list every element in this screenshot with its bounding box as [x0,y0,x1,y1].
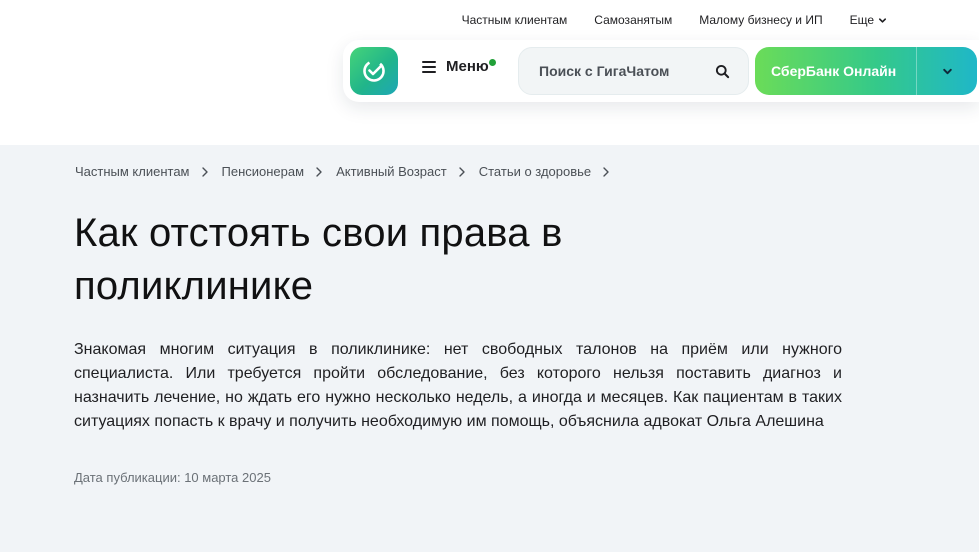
notification-dot [488,59,496,66]
article-lead: Знакомая многим ситуация в поликлинике: … [74,341,842,430]
publication-date: Дата публикации: 10 марта 2025 [74,470,271,485]
top-nav-small-business[interactable]: Малому бизнесу и ИП [699,13,822,27]
menu-label: Меню [446,58,489,75]
site-header: Частным клиентам Самозанятым Малому бизн… [0,0,979,145]
search-icon[interactable] [715,64,730,79]
breadcrumb-private[interactable]: Частным клиентам [75,164,190,179]
sberbank-online-button[interactable]: СберБанк Онлайн [755,47,977,95]
search-box [518,47,749,95]
top-nav-self-employed[interactable]: Самозанятым [594,13,672,27]
chevron-down-icon [942,68,952,74]
breadcrumb-pensioners[interactable]: Пенсионерам [222,164,305,179]
chevron-down-icon [878,17,887,23]
chevron-right-icon [316,166,322,177]
chevron-right-icon [459,166,465,177]
page-title: Как отстоять свои права в поликлинике [74,211,563,308]
sberbank-online-label: СберБанк Онлайн [771,63,897,79]
sber-logo[interactable] [350,47,398,95]
top-nav-private[interactable]: Частным клиентам [462,13,568,27]
chevron-right-icon [603,166,609,177]
breadcrumb-active-age[interactable]: Активный Возраст [336,164,447,179]
burger-icon [422,60,436,73]
sber-check-icon [363,60,385,82]
search-input[interactable] [539,63,699,79]
breadcrumb-health-articles[interactable]: Статьи о здоровье [479,164,591,179]
chevron-right-icon [201,166,208,177]
breadcrumb: Частным клиентам Пенсионерам Активный Во… [75,164,623,179]
top-nav-more-label: Еще [849,13,874,27]
main-header-bar: Меню СберБанк Онлайн [343,40,979,102]
top-nav-more[interactable]: Еще [850,13,887,27]
sberbank-online-dropdown[interactable] [917,47,977,95]
menu-button[interactable]: Меню [422,58,496,75]
article-content: Частным клиентам Пенсионерам Активный Во… [0,145,979,552]
top-nav: Частным клиентам Самозанятым Малому бизн… [462,13,887,27]
